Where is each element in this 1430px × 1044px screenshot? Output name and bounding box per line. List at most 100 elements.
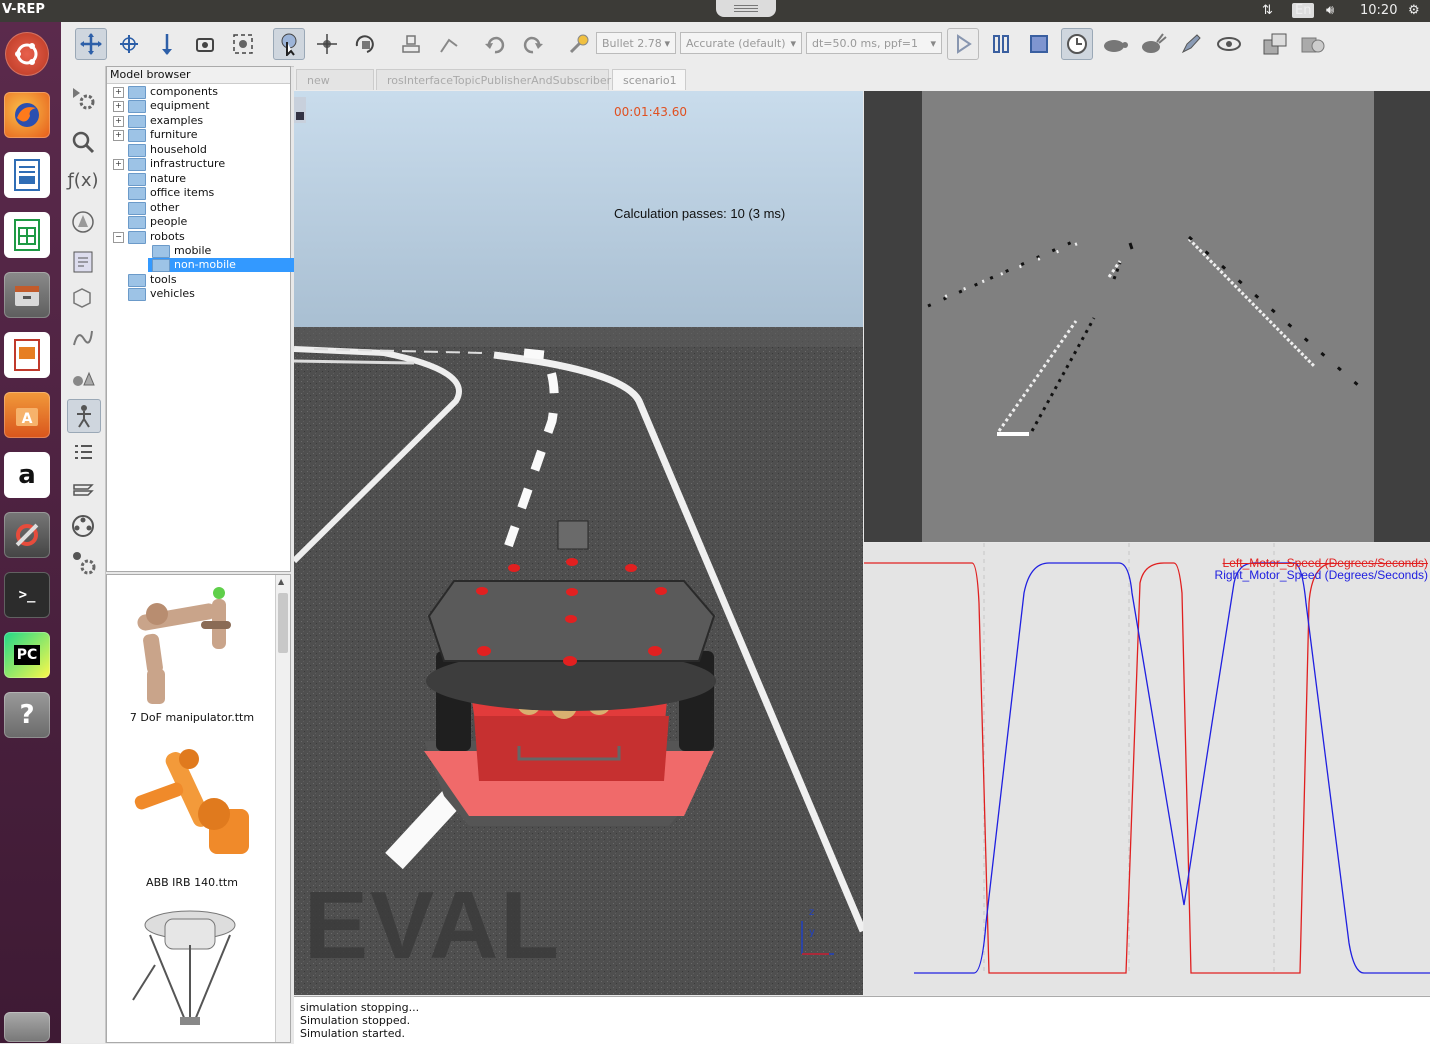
- user-settings-gear-icon[interactable]: [67, 546, 99, 578]
- undo-icon[interactable]: [479, 28, 511, 60]
- thumbnail-delta-robot[interactable]: [125, 905, 255, 1035]
- ubuntu-dash-icon[interactable]: [5, 32, 49, 76]
- collapse-icon[interactable]: −: [113, 231, 124, 243]
- script-function-icon[interactable]: ƒ(x): [67, 164, 99, 196]
- selection-cube-icon[interactable]: [67, 282, 99, 314]
- fit-to-view-icon[interactable]: [227, 28, 259, 60]
- expand-icon[interactable]: +: [113, 129, 124, 141]
- tree-item-robots[interactable]: − robots: [113, 230, 185, 244]
- libreoffice-impress-icon[interactable]: [4, 332, 50, 378]
- tree-item-furniture[interactable]: + furniture: [113, 128, 198, 142]
- pycharm-icon[interactable]: PC: [4, 632, 50, 678]
- redo-icon[interactable]: [517, 28, 549, 60]
- tab-scenario1[interactable]: scenario1: [612, 69, 686, 90]
- pause-simulation-icon[interactable]: [985, 28, 1017, 60]
- start-simulation-icon[interactable]: [947, 28, 979, 60]
- axis-z-label: z: [809, 907, 815, 918]
- scene-hierarchy-icon[interactable]: [1259, 28, 1291, 60]
- camera-angle-icon[interactable]: [189, 28, 221, 60]
- system-top-bar: V-REP ⇅ En 🔊︎ 10:20 ⚙: [0, 0, 1430, 22]
- tree-item-mobile[interactable]: mobile: [152, 244, 211, 258]
- tree-item-label: office items: [150, 186, 215, 199]
- object-shift-icon[interactable]: [311, 28, 343, 60]
- system-settings-icon[interactable]: [4, 512, 50, 558]
- thumbnails-scrollbar[interactable]: ▲: [275, 575, 290, 1042]
- tree-item-office-items[interactable]: office items: [113, 186, 214, 200]
- trash-icon[interactable]: [4, 1012, 50, 1042]
- amazon-icon[interactable]: a: [4, 452, 50, 498]
- camera-pan-icon[interactable]: [75, 28, 107, 60]
- video-recorder-icon[interactable]: [67, 510, 99, 542]
- tree-item-components[interactable]: + components: [113, 85, 218, 99]
- tree-item-vehicles[interactable]: vehicles: [113, 287, 195, 301]
- libreoffice-calc-icon[interactable]: [4, 212, 50, 258]
- speed-up-rabbit-icon[interactable]: [1137, 28, 1169, 60]
- transfer-dna-icon[interactable]: [433, 28, 465, 60]
- assemble-icon[interactable]: [395, 28, 427, 60]
- viewport-toggle-icon[interactable]: [296, 112, 304, 120]
- tree-item-household[interactable]: household: [113, 143, 207, 157]
- scene-viewport[interactable]: 00:01:43.60 Calculation passes: 10 (3 ms…: [294, 91, 863, 995]
- layers-icon[interactable]: [67, 474, 99, 506]
- slow-down-turtle-icon[interactable]: [1099, 28, 1131, 60]
- tree-item-non-mobile[interactable]: non-mobile: [148, 258, 294, 272]
- expand-icon[interactable]: +: [113, 158, 124, 170]
- camera-rotate-icon[interactable]: [113, 28, 145, 60]
- libreoffice-writer-icon[interactable]: [4, 152, 50, 198]
- scroll-up-icon[interactable]: ▲: [278, 577, 287, 586]
- threaded-rendering-rocket-icon[interactable]: [1175, 28, 1207, 60]
- firefox-icon[interactable]: [4, 92, 50, 138]
- list-properties-icon[interactable]: [67, 438, 99, 470]
- tree-item-people[interactable]: people: [113, 215, 187, 229]
- help-icon[interactable]: ?: [4, 692, 50, 738]
- status-bar: simulation stopping... Simulation stoppe…: [294, 996, 1430, 1044]
- dynamics-engine-icon[interactable]: [563, 28, 595, 60]
- camera-shift-icon[interactable]: [151, 28, 183, 60]
- timestep-select[interactable]: dt=50.0 ms, ppf=1: [806, 32, 942, 55]
- visualization-eye-icon[interactable]: [1213, 28, 1245, 60]
- volume-icon[interactable]: 🔊︎: [1326, 3, 1334, 18]
- magnifier-icon[interactable]: [67, 126, 99, 158]
- path-edit-icon[interactable]: [67, 322, 99, 354]
- motor-speed-graph[interactable]: Left_Motor_Speed (Degrees/Seconds) Right…: [864, 543, 1430, 995]
- ubuntu-launcher: A a >_ PC ?: [0, 22, 61, 1043]
- viewport-mini-toolbar[interactable]: [294, 97, 306, 123]
- collection-figure-icon[interactable]: [67, 399, 101, 433]
- window-handle[interactable]: [716, 0, 776, 17]
- calculation-modules-icon[interactable]: [67, 362, 99, 394]
- keyboard-layout-indicator[interactable]: En: [1292, 3, 1315, 18]
- stop-simulation-icon[interactable]: [1023, 28, 1055, 60]
- tab-new-scene[interactable]: new scene: [296, 69, 374, 108]
- expand-icon[interactable]: +: [113, 115, 124, 127]
- software-center-icon[interactable]: A: [4, 392, 50, 438]
- object-rotate-icon[interactable]: [349, 28, 381, 60]
- expand-icon[interactable]: +: [113, 86, 124, 98]
- tree-item-infrastructure[interactable]: + infrastructure: [113, 157, 225, 171]
- network-icon[interactable]: ⇅: [1262, 3, 1273, 18]
- vision-sensor-view[interactable]: [864, 91, 1430, 542]
- thumbnail-abb-irb140[interactable]: [119, 739, 269, 874]
- clock[interactable]: 10:20: [1360, 3, 1397, 18]
- tab-rosinterface[interactable]: rosInterfaceTopicPublisherAndSubscriber: [376, 69, 611, 90]
- scrollbar-thumb[interactable]: [278, 593, 288, 653]
- tree-line: [113, 289, 124, 300]
- tree-item-examples[interactable]: + examples: [113, 114, 203, 128]
- expand-icon[interactable]: +: [113, 100, 124, 112]
- realtime-mode-icon[interactable]: [1061, 28, 1093, 60]
- settings-gear-icon[interactable]: ⚙: [1408, 3, 1420, 18]
- terminal-icon[interactable]: >_: [4, 572, 50, 618]
- click-selection-icon[interactable]: [273, 28, 305, 60]
- tree-item-tools[interactable]: tools: [113, 273, 177, 287]
- files-icon[interactable]: [4, 272, 50, 318]
- user-settings-icon[interactable]: [67, 246, 99, 278]
- tree-item-label: furniture: [150, 128, 198, 141]
- layers-settings-icon[interactable]: [1297, 28, 1329, 60]
- tree-item-equipment[interactable]: + equipment: [113, 99, 210, 113]
- tree-item-nature[interactable]: nature: [113, 172, 186, 186]
- accuracy-select[interactable]: Accurate (default): [680, 32, 802, 55]
- simulation-settings-icon[interactable]: [67, 82, 99, 114]
- thumbnail-7dof-manipulator[interactable]: [117, 579, 267, 709]
- physics-engine-select[interactable]: Bullet 2.78: [596, 32, 676, 55]
- tree-item-other[interactable]: other: [113, 201, 179, 215]
- shape-edit-icon[interactable]: [67, 206, 99, 238]
